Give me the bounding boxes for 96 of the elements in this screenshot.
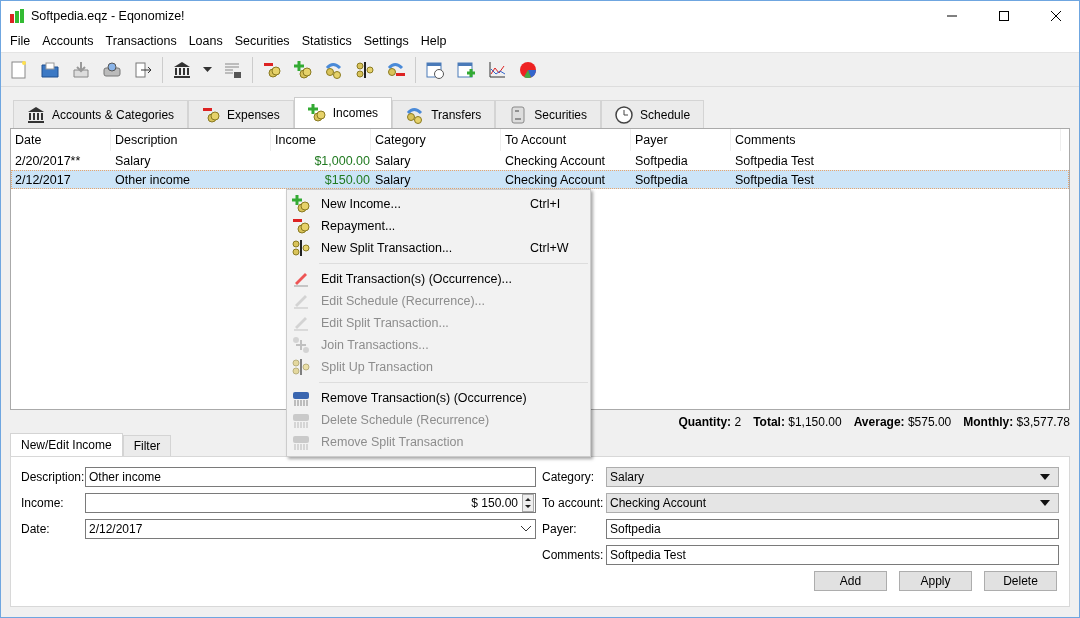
plus-coins-icon <box>291 194 311 214</box>
table-cell-text: $150.00 <box>323 172 371 187</box>
table-cell-text: Salary <box>374 172 412 187</box>
column-header[interactable]: Description <box>111 129 271 151</box>
tab[interactable]: Accounts & Categories <box>13 100 189 128</box>
field-label: Comments: <box>542 547 605 562</box>
pie-chart-icon <box>518 59 538 80</box>
print-icon <box>102 59 122 80</box>
bank-icon <box>26 104 46 125</box>
table-cell-text: Checking Account <box>504 153 607 168</box>
field-label: Description: <box>21 469 85 484</box>
column-header[interactable]: Income <box>271 129 371 151</box>
table-cell-text: 2/12/2017 <box>14 172 72 187</box>
column-header[interactable]: To Account <box>501 129 631 151</box>
menu-item[interactable]: Edit Transaction(s) (Occurrence)... <box>287 268 590 290</box>
tab[interactable]: Expenses <box>188 100 294 128</box>
table-cell-text: Other income <box>114 172 192 187</box>
table-cell-text: Softpedia <box>634 153 689 168</box>
dropdown-arrow-icon <box>1040 473 1050 480</box>
table-cell-text: Salary <box>374 153 412 168</box>
field-label: Income: <box>21 495 65 510</box>
tab[interactable]: Filter <box>122 435 172 456</box>
join-icon <box>291 335 311 355</box>
menu-item[interactable]: Transactions <box>99 34 183 48</box>
table-plus-icon <box>456 59 476 80</box>
table-row[interactable]: 2/20/2017** Salary $1,000.00 Salary Checking Account Softpedia Softpedia Test <box>11 151 1069 170</box>
export-icon <box>133 59 153 80</box>
tab[interactable]: New/Edit Income <box>10 433 123 456</box>
menu-item[interactable]: Settings <box>357 34 415 48</box>
summary-text: Total: $1,150.00 <box>753 415 842 429</box>
split-coins-icon <box>355 59 375 80</box>
date-field[interactable]: 2/12/2017 <box>85 518 536 539</box>
menu-item[interactable]: New Income... Ctrl+I <box>287 193 590 215</box>
field-label: Date: <box>21 521 51 536</box>
save-icon <box>71 59 91 80</box>
menu-item[interactable]: Help <box>414 34 453 48</box>
dropdown[interactable]: Salary <box>606 466 1059 487</box>
summary-text: Average: $575.00 <box>853 415 952 429</box>
column-header[interactable]: Payer <box>631 129 731 151</box>
text-field[interactable]: Other income <box>85 466 536 487</box>
plus-coins-icon <box>293 59 313 80</box>
app-icon <box>9 7 25 24</box>
field-label: To account: <box>542 495 605 510</box>
summary-text: Monthly: $3,577.78 <box>963 415 1070 429</box>
line-chart-icon <box>487 59 507 80</box>
menu-item[interactable]: Loans <box>182 34 229 48</box>
table-cell-text: Salary <box>114 153 152 168</box>
clock-icon <box>614 104 635 125</box>
caret-icon <box>203 66 212 73</box>
minimize-icon <box>947 14 957 17</box>
action-button[interactable]: Delete <box>984 571 1057 591</box>
menu-item[interactable]: Accounts <box>36 34 100 48</box>
spin-field[interactable]: $ 150.00 <box>85 492 536 513</box>
action-button[interactable]: Apply <box>899 571 972 591</box>
toolbar-button[interactable] <box>201 64 214 75</box>
table-cell-text: $1,000.00 <box>313 153 371 168</box>
text-field[interactable]: Softpedia Test <box>606 544 1059 565</box>
text-field[interactable]: Softpedia <box>606 518 1059 539</box>
table-cell-text: Softpedia Test <box>734 153 815 168</box>
table-row[interactable]: 2/12/2017 Other income $150.00 Salary Checking Account Softpedia Softpedia Test <box>11 170 1069 189</box>
dropdown-arrow-icon <box>1040 499 1050 506</box>
plus-coins-icon <box>306 103 327 123</box>
menu-item[interactable]: Securities <box>228 34 296 48</box>
action-button[interactable]: Add <box>814 571 887 591</box>
tab[interactable]: Transfers <box>392 100 496 128</box>
column-header[interactable]: Comments <box>731 129 1061 151</box>
column-header[interactable]: Category <box>371 129 501 151</box>
split-coins-icon <box>291 357 311 377</box>
window-title: Softpedia.eqz - Eqonomize! <box>31 8 185 23</box>
menu-item[interactable]: Repayment... <box>287 215 590 237</box>
table-cell-text: Softpedia <box>634 172 689 187</box>
menu-item[interactable]: New Split Transaction... Ctrl+W <box>287 237 590 259</box>
table-cell-text: 2/20/2017** <box>14 153 82 168</box>
dropdown[interactable]: Checking Account <box>606 492 1059 513</box>
menu-item[interactable]: Remove Transaction(s) (Occurrence) <box>287 387 590 409</box>
close-icon <box>1051 10 1061 21</box>
field-label: Category: <box>542 469 596 484</box>
calendar-clock-icon <box>425 59 445 80</box>
column-header[interactable]: Date <box>11 129 111 151</box>
spin-arrows-icon[interactable] <box>522 493 534 512</box>
chevron-down-icon <box>520 525 532 532</box>
tab[interactable]: Securities <box>495 100 602 128</box>
summary-text: Quantity: 2 <box>678 415 742 429</box>
table-cell-text: Checking Account <box>504 172 607 187</box>
new-document-icon <box>9 59 29 80</box>
bank-icon <box>172 59 192 80</box>
minus-coins-icon <box>291 216 311 236</box>
tab[interactable]: Incomes <box>293 97 393 128</box>
table-cell-text: Softpedia Test <box>734 172 815 187</box>
menu-item[interactable]: File <box>4 34 37 48</box>
tab[interactable]: Schedule <box>601 100 705 128</box>
split-coins-icon <box>291 238 311 258</box>
open-folder-icon <box>40 59 60 80</box>
maximize-icon <box>999 10 1009 21</box>
menu-item[interactable]: Statistics <box>295 34 358 48</box>
field-label: Payer: <box>542 521 578 536</box>
